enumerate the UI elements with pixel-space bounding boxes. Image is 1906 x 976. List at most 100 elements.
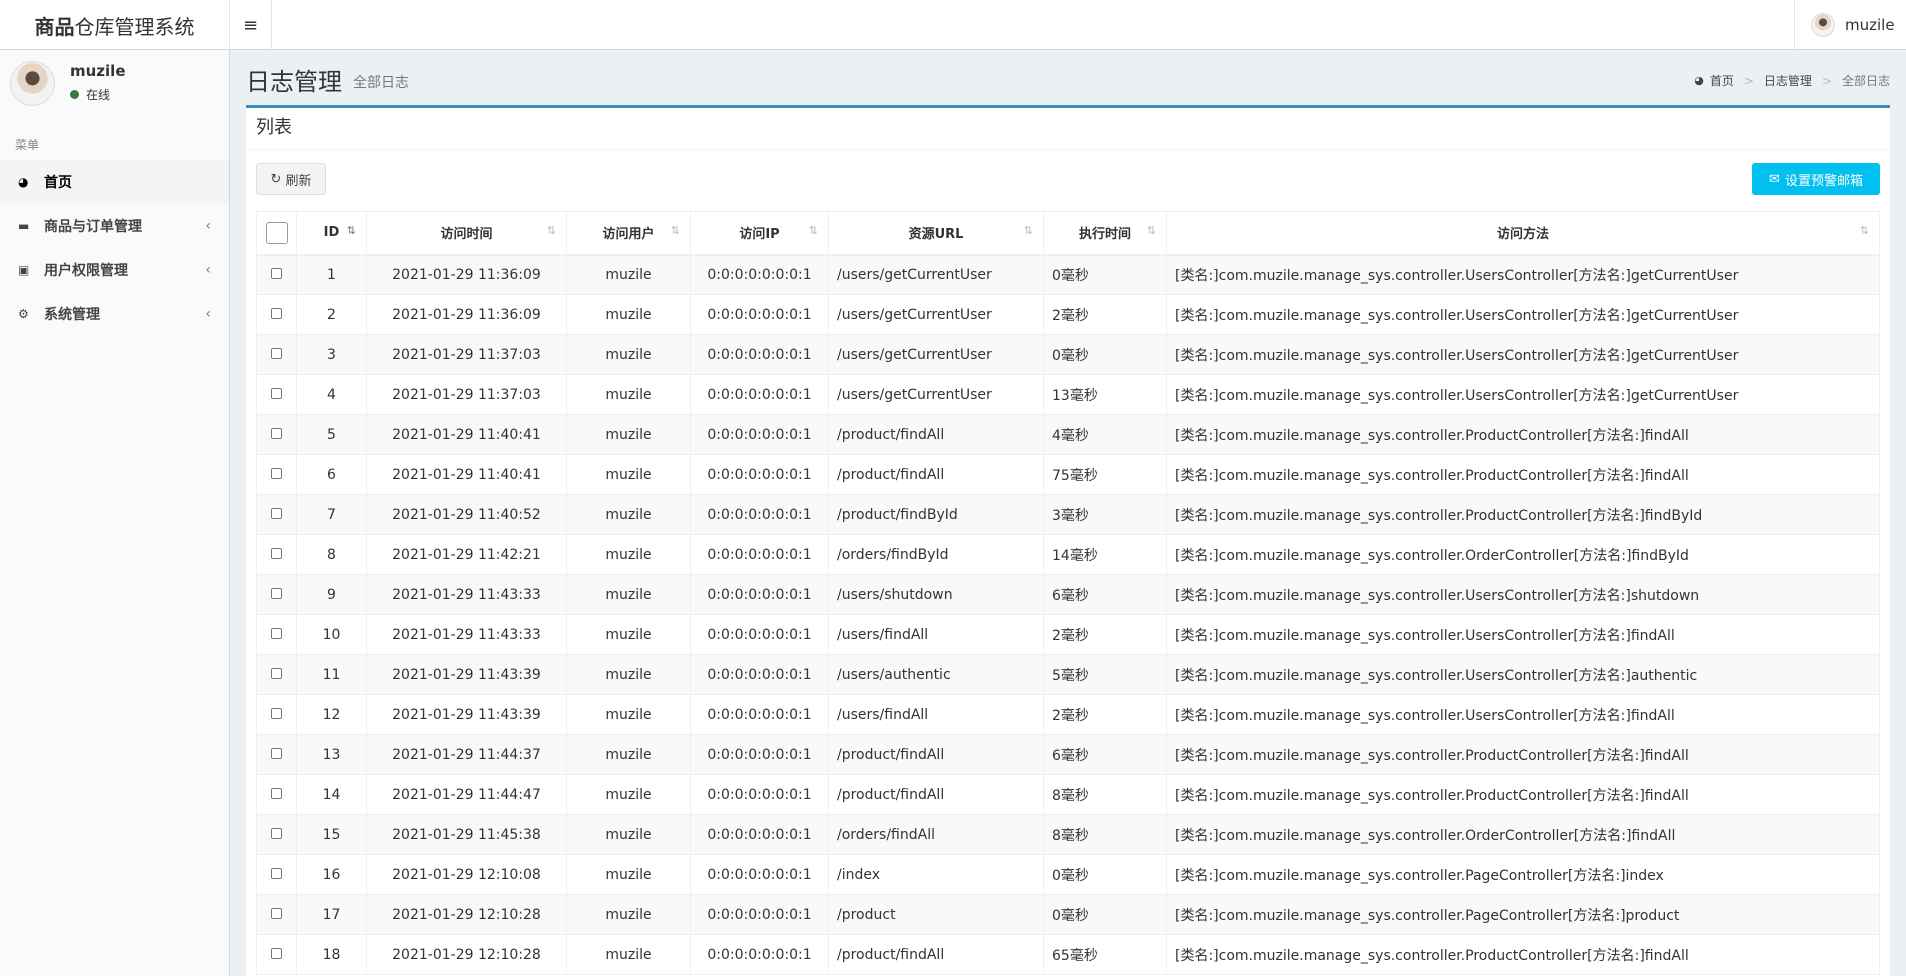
row-checkbox-cell bbox=[256, 654, 297, 695]
cell-visit-ip: 0:0:0:0:0:0:0:1 bbox=[690, 494, 829, 535]
user-menu[interactable]: muzile bbox=[1794, 0, 1906, 50]
col-header-visit-user[interactable]: 访问用户 ⇅ bbox=[566, 211, 691, 256]
set-alert-email-button[interactable]: ✉ 设置预警邮箱 bbox=[1752, 163, 1880, 195]
row-checkbox[interactable] bbox=[271, 507, 282, 519]
cell-resource-url: /product/findAll bbox=[828, 734, 1044, 775]
breadcrumb-logs[interactable]: 日志管理 bbox=[1764, 72, 1812, 89]
row-checkbox[interactable] bbox=[271, 547, 282, 559]
cell-id: 15 bbox=[296, 814, 367, 855]
cell-method: [类名:]com.muzile.manage_sys.controller.Us… bbox=[1166, 334, 1880, 375]
refresh-button[interactable]: ↻ 刷新 bbox=[256, 163, 326, 195]
cell-method: [类名:]com.muzile.manage_sys.controller.Pr… bbox=[1166, 414, 1880, 455]
cell-visit-ip: 0:0:0:0:0:0:0:1 bbox=[690, 854, 829, 895]
cell-method: [类名:]com.muzile.manage_sys.controller.Pr… bbox=[1166, 454, 1880, 495]
cell-exec-time: 6毫秒 bbox=[1043, 734, 1167, 775]
row-checkbox[interactable] bbox=[271, 707, 282, 719]
app-logo[interactable]: 商品 仓库管理系统 bbox=[0, 0, 230, 50]
chevron-left-icon: ‹ bbox=[205, 306, 211, 322]
row-checkbox[interactable] bbox=[271, 867, 282, 879]
cell-id: 2 bbox=[296, 294, 367, 335]
cell-visit-ip: 0:0:0:0:0:0:0:1 bbox=[690, 894, 829, 935]
cell-visit-user: muzile bbox=[566, 454, 691, 495]
chevron-left-icon: ‹ bbox=[205, 218, 211, 234]
row-checkbox[interactable] bbox=[271, 387, 282, 399]
col-header-method[interactable]: 访问方法 ⇅ bbox=[1166, 211, 1880, 256]
page-subtitle: 全部日志 bbox=[353, 75, 409, 91]
select-all-checkbox[interactable] bbox=[265, 221, 288, 244]
row-checkbox[interactable] bbox=[271, 747, 282, 759]
avatar bbox=[1811, 13, 1835, 37]
row-checkbox-cell bbox=[256, 534, 297, 575]
sidebar-user-name: muzile bbox=[70, 62, 126, 80]
row-checkbox-cell bbox=[256, 614, 297, 655]
row-checkbox-cell bbox=[256, 774, 297, 815]
row-checkbox[interactable] bbox=[271, 267, 282, 279]
col-header-visit-ip[interactable]: 访问IP ⇅ bbox=[690, 211, 829, 256]
lock-icon: ▣ bbox=[18, 263, 30, 277]
sidebar-item-system[interactable]: ⚙ 系统管理 ‹ bbox=[0, 292, 229, 336]
table-row: 10 2021-01-29 11:43:33 muzile 0:0:0:0:0:0:0… bbox=[256, 614, 1880, 655]
cell-visit-ip: 0:0:0:0:0:0:0:1 bbox=[690, 534, 829, 575]
table-row: 8 2021-01-29 11:42:21 muzile 0:0:0:0:0:0:0:… bbox=[256, 534, 1880, 575]
cell-id: 14 bbox=[296, 774, 367, 815]
row-checkbox-cell bbox=[256, 414, 297, 455]
cell-resource-url: /users/getCurrentUser bbox=[828, 334, 1044, 375]
cell-id: 13 bbox=[296, 734, 367, 775]
user-panel: muzile 在线 bbox=[0, 50, 229, 130]
col-header-visit-time[interactable]: 访问时间 ⇅ bbox=[366, 211, 567, 256]
row-checkbox[interactable] bbox=[271, 827, 282, 839]
table-row: 6 2021-01-29 11:40:41 muzile 0:0:0:0:0:0:0:… bbox=[256, 454, 1880, 495]
sidebar-item-products-orders[interactable]: ▬ 商品与订单管理 ‹ bbox=[0, 204, 229, 248]
cell-id: 1 bbox=[296, 254, 367, 295]
table-row: 15 2021-01-29 11:45:38 muzile 0:0:0:0:0:0:0… bbox=[256, 814, 1880, 855]
row-checkbox[interactable] bbox=[271, 347, 282, 359]
log-table: ID ⇅ 访问时间 ⇅ 访问用户 ⇅ 访问IP ⇅ 资源URL ⇅ 执行时间 ⇅ 访问方法 ⇅… bbox=[256, 211, 1880, 975]
sort-icon: ⇅ bbox=[808, 224, 818, 237]
cell-visit-user: muzile bbox=[566, 854, 691, 895]
row-checkbox[interactable] bbox=[271, 947, 282, 959]
table-row: 14 2021-01-29 11:44:47 muzile 0:0:0:0:0:0:0… bbox=[256, 774, 1880, 815]
cell-exec-time: 8毫秒 bbox=[1043, 814, 1167, 855]
breadcrumb-home[interactable]: 首页 bbox=[1710, 72, 1734, 89]
col-header-id[interactable]: ID ⇅ bbox=[296, 211, 367, 256]
cell-visit-time: 2021-01-29 11:42:21 bbox=[366, 534, 567, 575]
cell-visit-time: 2021-01-29 11:43:33 bbox=[366, 614, 567, 655]
cell-visit-ip: 0:0:0:0:0:0:0:1 bbox=[690, 454, 829, 495]
row-checkbox[interactable] bbox=[271, 667, 282, 679]
cell-resource-url: /users/findAll bbox=[828, 694, 1044, 735]
top-navbar: 商品 仓库管理系统 ≡ muzile bbox=[0, 0, 1906, 50]
cell-visit-ip: 0:0:0:0:0:0:0:1 bbox=[690, 694, 829, 735]
cell-resource-url: /product/findAll bbox=[828, 934, 1044, 975]
sort-icon: ⇅ bbox=[1859, 224, 1869, 237]
row-checkbox[interactable] bbox=[271, 307, 282, 319]
sidebar-item-user-permissions[interactable]: ▣ 用户权限管理 ‹ bbox=[0, 248, 229, 292]
row-checkbox[interactable] bbox=[271, 627, 282, 639]
cell-exec-time: 5毫秒 bbox=[1043, 654, 1167, 695]
sidebar-item-home[interactable]: ◕ 首页 bbox=[0, 160, 229, 204]
cell-visit-time: 2021-01-29 11:40:41 bbox=[366, 454, 567, 495]
row-checkbox-cell bbox=[256, 894, 297, 935]
row-checkbox-cell bbox=[256, 854, 297, 895]
row-checkbox[interactable] bbox=[271, 427, 282, 439]
cell-visit-user: muzile bbox=[566, 694, 691, 735]
sidebar-toggle-button[interactable]: ≡ bbox=[230, 0, 272, 50]
cell-exec-time: 0毫秒 bbox=[1043, 254, 1167, 295]
cell-exec-time: 75毫秒 bbox=[1043, 454, 1167, 495]
row-checkbox[interactable] bbox=[271, 907, 282, 919]
select-all-checkbox-cell bbox=[256, 211, 297, 256]
cell-id: 7 bbox=[296, 494, 367, 535]
cell-id: 17 bbox=[296, 894, 367, 935]
row-checkbox[interactable] bbox=[271, 787, 282, 799]
cell-visit-user: muzile bbox=[566, 734, 691, 775]
cell-method: [类名:]com.muzile.manage_sys.controller.Pa… bbox=[1166, 894, 1880, 935]
row-checkbox[interactable] bbox=[271, 467, 282, 479]
cell-visit-user: muzile bbox=[566, 254, 691, 295]
table-row: 4 2021-01-29 11:37:03 muzile 0:0:0:0:0:0:0:… bbox=[256, 374, 1880, 415]
refresh-icon: ↻ bbox=[270, 171, 282, 187]
col-header-resource-url[interactable]: 资源URL ⇅ bbox=[828, 211, 1044, 256]
cell-visit-ip: 0:0:0:0:0:0:0:1 bbox=[690, 614, 829, 655]
table-row: 9 2021-01-29 11:43:33 muzile 0:0:0:0:0:0:0:… bbox=[256, 574, 1880, 615]
row-checkbox[interactable] bbox=[271, 587, 282, 599]
cell-visit-ip: 0:0:0:0:0:0:0:1 bbox=[690, 934, 829, 975]
col-header-exec-time[interactable]: 执行时间 ⇅ bbox=[1043, 211, 1167, 256]
